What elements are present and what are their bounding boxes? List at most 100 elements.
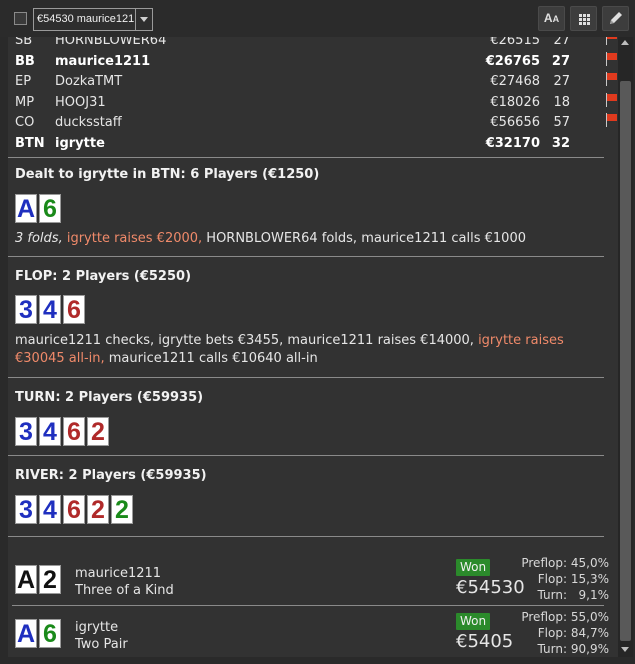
won-badge: Won	[456, 613, 491, 630]
divider	[12, 605, 604, 606]
equity-label: Turn:	[537, 642, 567, 656]
hand-filter-select[interactable]: €54530 maurice1211	[33, 8, 153, 31]
river-cards: 34622	[15, 495, 135, 525]
vertical-scrollbar[interactable]	[618, 37, 633, 657]
preflop-title: Dealt to igrytte in BTN: 6 Players (€125…	[15, 167, 320, 182]
equity-value: 9,1%	[578, 588, 610, 602]
playing-card: 3	[15, 417, 37, 446]
player-name: ducksstaff	[55, 115, 122, 130]
equity-label: Turn:	[537, 588, 567, 602]
divider	[8, 256, 604, 257]
flag-icon[interactable]	[605, 51, 618, 66]
grid-icon	[579, 14, 590, 25]
river-title: RIVER: 2 Players (€59935)	[15, 468, 207, 483]
turn-title: TURN: 2 Players (€59935)	[15, 390, 204, 405]
equity-row: Preflop: 55,0%	[509, 609, 609, 625]
player-position: CO	[15, 115, 35, 130]
flag-icon[interactable]	[605, 92, 618, 107]
action-segment: maurice1211 calls €10640 all-in	[104, 351, 318, 366]
result-hand-rank: Three of a Kind	[75, 583, 174, 598]
action-segment: 3 folds,	[15, 231, 67, 246]
select-checkbox[interactable]	[14, 12, 27, 25]
won-badge: Won	[456, 559, 491, 576]
playing-card: 2	[39, 565, 61, 594]
playing-card: 3	[15, 495, 37, 524]
player-row: CO ducksstaff €56656 57	[15, 113, 618, 133]
equity-value: 45,0%	[570, 556, 609, 570]
preflop-actions: 3 folds, igrytte raises €2000, HORNBLOWE…	[15, 230, 605, 248]
player-stack-bb: 27	[553, 74, 570, 89]
flag-icon[interactable]	[605, 113, 618, 127]
scroll-down-arrow-icon[interactable]	[621, 647, 629, 652]
player-stack: €32170	[485, 135, 540, 151]
font-size-button[interactable]: AA	[538, 6, 565, 31]
equity-label: Flop:	[537, 626, 567, 640]
playing-card: A	[15, 619, 37, 648]
hand-history-panel[interactable]: SB HORNBLOWER64 €26515 27 BB maurice1211 €2676…	[8, 37, 618, 657]
action-segment: HORNBLOWER64 folds, maurice1211 calls €1…	[206, 231, 526, 246]
playing-card: 6	[39, 194, 61, 223]
turn-cards: 3462	[15, 417, 111, 447]
player-stack-bb: 57	[553, 115, 570, 130]
player-name: DozkaTMT	[55, 74, 123, 89]
action-segment: igrytte raises €2000,	[66, 231, 207, 246]
result-row: A 6 igrytte Two Pair Won €5405 Preflop: 55,0% Fl…	[15, 609, 615, 657]
divider	[8, 455, 604, 456]
result-hand-rank: Two Pair	[75, 637, 128, 652]
toolbar: €54530 maurice1211 AA	[0, 0, 635, 37]
equity-row: Turn: 9,1%	[509, 587, 609, 603]
playing-card: 6	[39, 619, 61, 648]
equity-row: Preflop: 45,0%	[509, 555, 609, 571]
player-position: SB	[15, 37, 33, 48]
playing-card: 2	[87, 495, 109, 524]
playing-card: 2	[111, 495, 133, 524]
result-player-name: maurice1211	[75, 566, 162, 581]
result-player: igrytte Two Pair	[75, 619, 128, 653]
equity-row: Turn: 90,9%	[509, 641, 609, 657]
scroll-up-arrow-icon[interactable]	[621, 40, 629, 45]
player-stack-bb: 27	[551, 53, 570, 69]
hand-filter-value: €54530 maurice1211	[37, 13, 134, 25]
action-segment: maurice1211 checks, igrytte bets €3455, …	[15, 333, 479, 348]
divider	[8, 157, 604, 158]
pencil-icon	[610, 12, 622, 24]
equity-value: 15,3%	[570, 572, 609, 586]
result-player-name: igrytte	[75, 620, 119, 635]
playing-card: A	[15, 194, 37, 223]
divider	[8, 536, 604, 537]
player-stack: €26765	[485, 53, 540, 69]
hole-cards: A6	[15, 194, 63, 224]
flop-title: FLOP: 2 Players (€5250)	[15, 269, 192, 284]
player-name: maurice1211	[55, 53, 151, 69]
player-row: BB maurice1211 €26765 27	[15, 51, 618, 72]
player-stack-bb: 18	[553, 94, 570, 110]
scroll-thumb[interactable]	[620, 81, 631, 641]
player-position: MP	[15, 94, 35, 110]
edit-button[interactable]	[602, 6, 629, 31]
flag-icon[interactable]	[605, 37, 618, 45]
playing-card: 2	[87, 417, 109, 446]
flop-actions: maurice1211 checks, igrytte bets €3455, …	[15, 332, 605, 368]
player-name: igrytte	[55, 135, 105, 151]
player-stack: €18026	[490, 94, 540, 110]
equity-value: 84,7%	[570, 626, 609, 640]
player-stack-bb: 32	[551, 135, 570, 151]
playing-card: 4	[39, 417, 61, 446]
equity-label: Preflop:	[521, 610, 567, 624]
chevron-down-icon[interactable]	[135, 9, 152, 30]
player-row: BTN igrytte €32170 32	[15, 134, 615, 154]
player-row: SB HORNBLOWER64 €26515 27	[15, 37, 618, 51]
playing-card: 4	[39, 295, 61, 324]
player-row: EP DozkaTMT €27468 27	[15, 72, 618, 92]
result-row: A 2 maurice1211 Three of a Kind Won €54530 Pre…	[15, 555, 615, 603]
player-position: EP	[15, 74, 32, 89]
equity-label: Flop:	[537, 572, 567, 586]
playing-card: 6	[63, 417, 85, 446]
playing-card: 6	[63, 295, 85, 324]
won-amount: €5405	[456, 631, 514, 652]
divider	[8, 377, 604, 378]
flag-icon[interactable]	[605, 72, 618, 86]
equity-label: Preflop:	[521, 556, 567, 570]
equity-value: 55,0%	[570, 610, 609, 624]
grid-view-button[interactable]	[570, 6, 597, 31]
